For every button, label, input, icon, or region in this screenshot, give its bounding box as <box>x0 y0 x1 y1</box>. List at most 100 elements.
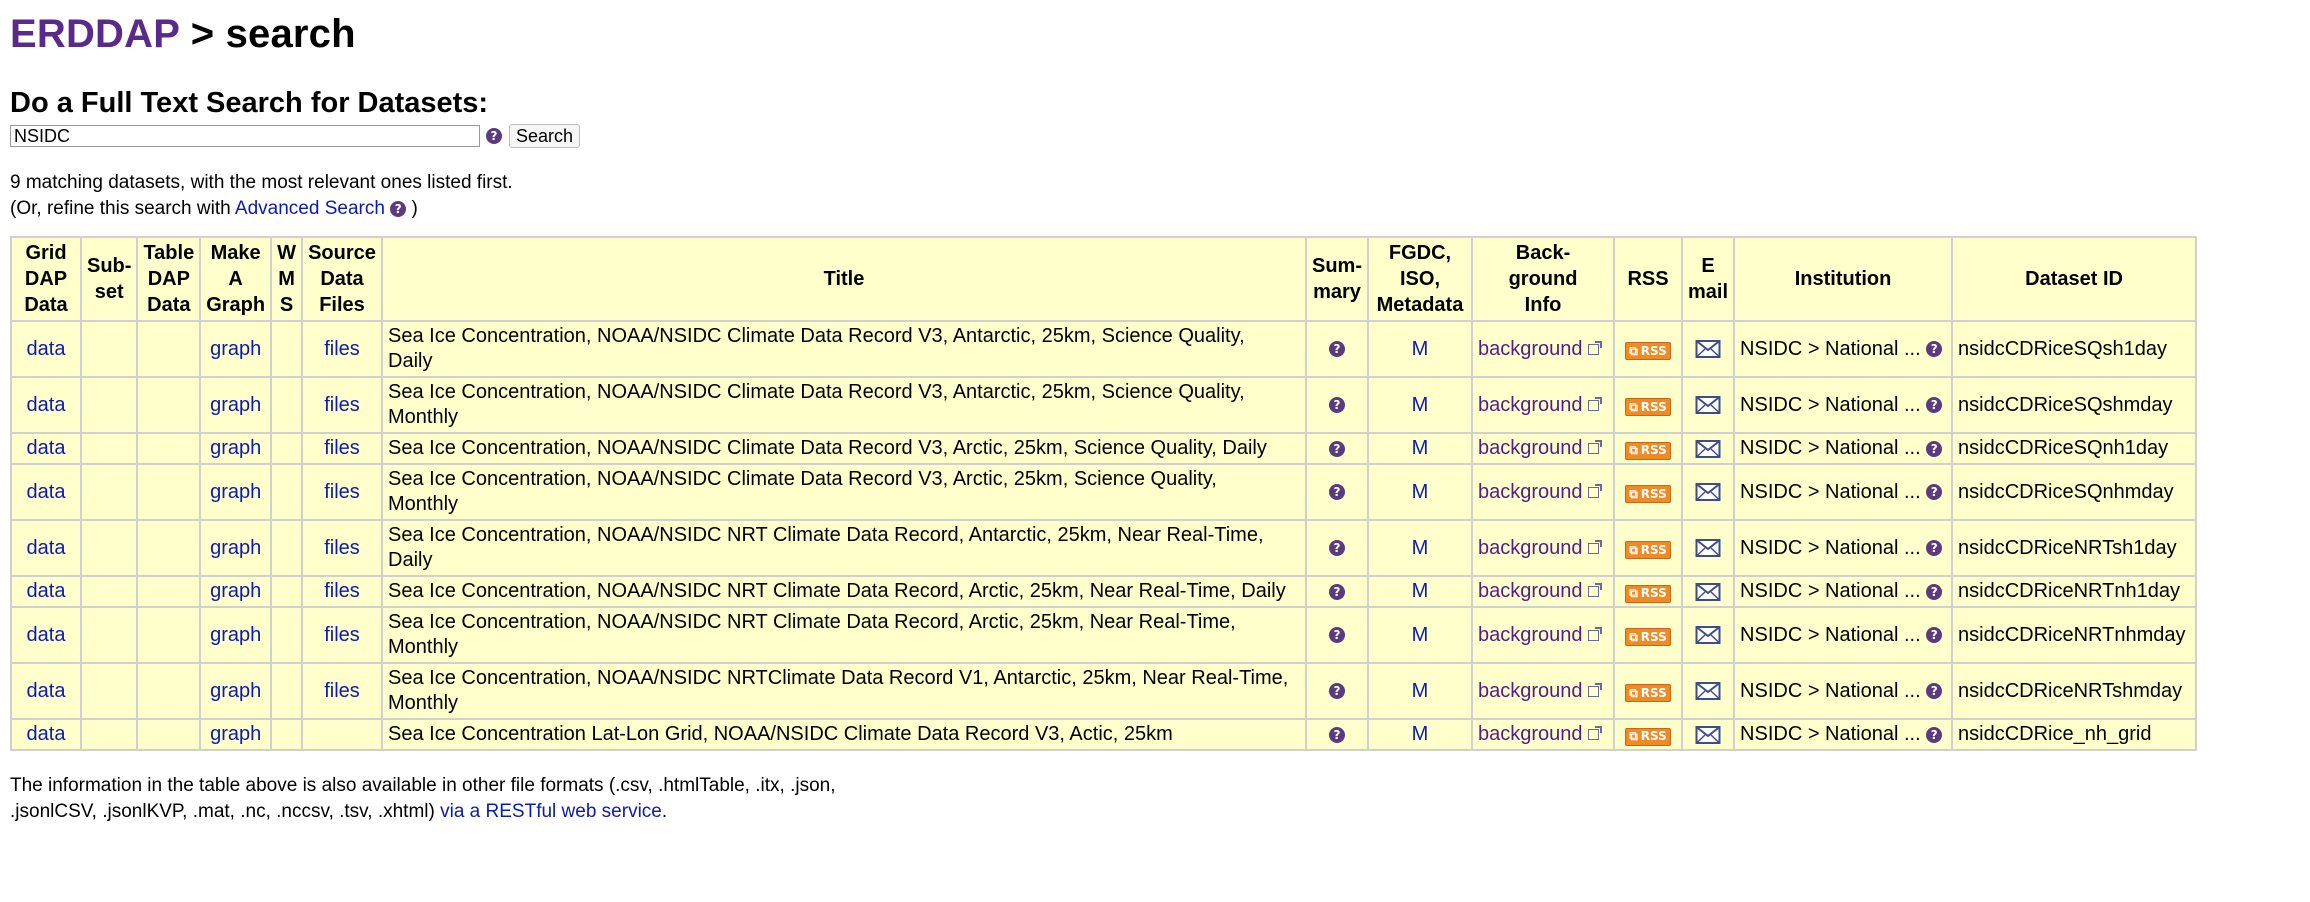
rss-feed-icon[interactable]: ⧉ RSS <box>1625 727 1671 746</box>
institution-help-icon[interactable]: ? <box>1926 341 1943 358</box>
make-graph-link[interactable]: graph <box>210 723 261 745</box>
files-link[interactable]: files <box>324 481 360 503</box>
institution-help-icon[interactable]: ? <box>1926 397 1943 414</box>
institution-help-icon[interactable]: ? <box>1926 683 1943 700</box>
background-info-link[interactable]: background <box>1478 624 1583 646</box>
files-link[interactable]: files <box>324 580 360 602</box>
rss-feed-icon[interactable]: ⧉ RSS <box>1625 342 1671 360</box>
envelope-icon[interactable] <box>1695 481 1721 503</box>
metadata-link[interactable]: M <box>1412 437 1429 459</box>
background-info-link[interactable]: background <box>1478 680 1583 702</box>
envelope-icon[interactable] <box>1695 580 1721 602</box>
summary-help-icon[interactable]: ? <box>1329 484 1345 501</box>
griddap-data-link[interactable]: data <box>27 624 66 646</box>
envelope-icon[interactable] <box>1695 680 1721 702</box>
search-input[interactable] <box>10 125 480 147</box>
griddap-data-link[interactable]: data <box>27 338 66 360</box>
institution-text: NSIDC > National ... <box>1740 337 1921 360</box>
table-row: data graph files Sea Ice Concentration, NOA… <box>10 432 2198 465</box>
files-link[interactable]: files <box>324 437 360 459</box>
restful-service-link[interactable]: via a RESTful web service <box>440 801 662 822</box>
files-link[interactable]: files <box>324 624 360 646</box>
make-graph-link[interactable]: graph <box>210 537 261 559</box>
summary-help-icon[interactable]: ? <box>1329 397 1345 414</box>
rss-feed-icon[interactable]: ⧉ RSS <box>1625 584 1671 603</box>
summary-help-icon[interactable]: ? <box>1329 540 1345 557</box>
rss-cell: ⧉ RSS <box>1613 718 1683 751</box>
background-info-link[interactable]: background <box>1478 580 1583 602</box>
make-graph-link[interactable]: graph <box>210 394 261 416</box>
metadata-link[interactable]: M <box>1412 481 1429 503</box>
institution-help-icon[interactable]: ? <box>1926 440 1943 457</box>
files-link[interactable]: files <box>324 680 360 702</box>
rss-cell: ⧉ RSS <box>1613 320 1683 378</box>
help-question-icon[interactable]: ? <box>390 200 407 217</box>
background-info-link[interactable]: background <box>1478 723 1583 745</box>
make-graph-link[interactable]: graph <box>210 437 261 459</box>
institution-help-icon[interactable]: ? <box>1926 627 1943 644</box>
background-info-link[interactable]: background <box>1478 338 1583 360</box>
envelope-icon[interactable] <box>1695 338 1721 360</box>
files-link[interactable]: files <box>324 537 360 559</box>
summary-help-icon[interactable]: ? <box>1329 683 1345 700</box>
advanced-search-link[interactable]: Advanced Search <box>235 198 385 219</box>
summary-help-icon[interactable]: ? <box>1329 440 1345 457</box>
metadata-link[interactable]: M <box>1412 680 1429 702</box>
col-background: Back-ground Info <box>1471 236 1615 322</box>
files-link[interactable]: files <box>324 394 360 416</box>
search-button[interactable]: Search <box>509 124 581 148</box>
griddap-data-link[interactable]: data <box>27 537 66 559</box>
make-graph-link[interactable]: graph <box>210 338 261 360</box>
rss-feed-icon[interactable]: ⧉ RSS <box>1625 398 1671 416</box>
table-row: data graph files Sea Ice Concentration, NOA… <box>10 606 2198 664</box>
summary-help-icon[interactable]: ? <box>1329 726 1345 743</box>
graph-cell: graph <box>199 519 273 577</box>
help-question-icon[interactable]: ? <box>486 128 502 144</box>
institution-help-icon[interactable]: ? <box>1926 484 1943 501</box>
background-cell: background <box>1471 320 1615 378</box>
institution-help-icon[interactable]: ? <box>1926 583 1943 600</box>
rss-feed-icon[interactable]: ⧉ RSS <box>1625 441 1671 460</box>
griddap-data-link[interactable]: data <box>27 394 66 416</box>
summary-help-icon[interactable]: ? <box>1329 583 1345 600</box>
envelope-icon[interactable] <box>1695 537 1721 559</box>
griddap-data-link[interactable]: data <box>27 680 66 702</box>
summary-cell: ? <box>1305 606 1369 664</box>
background-info-link[interactable]: background <box>1478 437 1583 459</box>
metadata-link[interactable]: M <box>1412 580 1429 602</box>
rss-feed-icon[interactable]: ⧉ RSS <box>1625 485 1671 503</box>
dataset-id: nsidcCDRiceNRTnhmday <box>1958 623 2186 646</box>
griddap-data-link[interactable]: data <box>27 481 66 503</box>
rss-feed-icon[interactable]: ⧉ RSS <box>1625 541 1671 559</box>
background-info-link[interactable]: background <box>1478 394 1583 416</box>
metadata-link[interactable]: M <box>1412 537 1429 559</box>
make-graph-link[interactable]: graph <box>210 580 261 602</box>
rss-feed-icon[interactable]: ⧉ RSS <box>1625 628 1671 646</box>
erddap-home-link[interactable]: ERDDAP <box>10 12 179 56</box>
envelope-icon[interactable] <box>1695 437 1721 459</box>
metadata-link[interactable]: M <box>1412 723 1429 745</box>
envelope-icon[interactable] <box>1695 394 1721 416</box>
files-link[interactable]: files <box>324 338 360 360</box>
summary-help-icon[interactable]: ? <box>1329 341 1345 358</box>
background-info-link[interactable]: background <box>1478 537 1583 559</box>
griddap-data-link[interactable]: data <box>27 580 66 602</box>
make-graph-link[interactable]: graph <box>210 481 261 503</box>
rss-feed-icon[interactable]: ⧉ RSS <box>1625 684 1671 702</box>
envelope-icon[interactable] <box>1695 723 1721 745</box>
metadata-link[interactable]: M <box>1412 394 1429 416</box>
make-graph-link[interactable]: graph <box>210 680 261 702</box>
metadata-link[interactable]: M <box>1412 338 1429 360</box>
background-info-link[interactable]: background <box>1478 481 1583 503</box>
summary-help-icon[interactable]: ? <box>1329 627 1345 644</box>
institution-help-icon[interactable]: ? <box>1926 726 1943 743</box>
subset-cell <box>79 519 139 577</box>
envelope-icon[interactable] <box>1695 624 1721 646</box>
files-cell: files <box>301 606 383 664</box>
institution-help-icon[interactable]: ? <box>1926 540 1943 557</box>
make-graph-link[interactable]: graph <box>210 624 261 646</box>
griddap-data-link[interactable]: data <box>27 437 66 459</box>
metadata-link[interactable]: M <box>1412 624 1429 646</box>
col-tabledap: Table DAP Data <box>136 236 202 322</box>
griddap-data-link[interactable]: data <box>27 723 66 745</box>
